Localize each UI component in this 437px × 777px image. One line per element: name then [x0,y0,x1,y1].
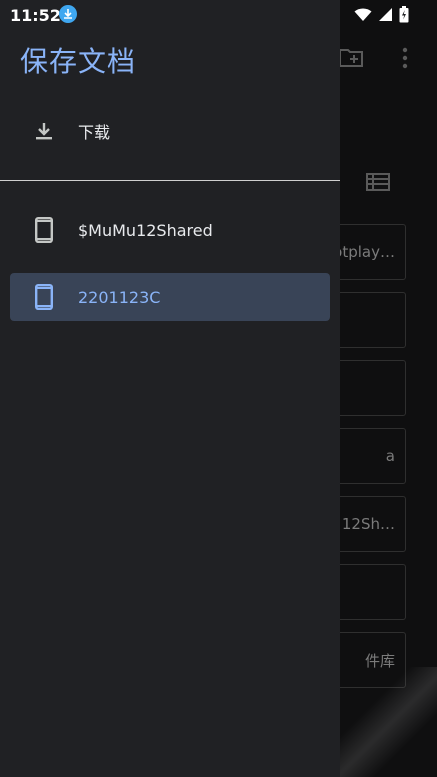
battery-icon [399,6,409,23]
wifi-icon [354,8,372,21]
drawer-item-downloads[interactable]: 下载 [0,105,340,157]
status-time: 11:52 [10,6,61,25]
navigation-drawer: 保存文档 下载 $MuMu12Shared 2201123C [0,0,340,777]
storage-item-label: $MuMu12Shared [78,220,213,240]
signal-icon [379,8,392,21]
phone-icon [32,217,56,243]
drawer-title: 保存文档 [20,45,137,78]
storage-item-label: 2201123C [78,287,161,307]
phone-icon [32,284,56,310]
drawer-divider [0,180,340,181]
more-options-icon[interactable] [398,46,412,70]
storage-item-mumu12shared[interactable]: $MuMu12Shared [0,204,340,256]
storage-item-2201123c[interactable]: 2201123C [10,273,330,321]
status-bar: 11:52 [0,0,437,30]
download-notification-icon [59,5,77,23]
new-folder-icon[interactable] [338,46,364,68]
download-icon [32,119,56,143]
drawer-item-label: 下载 [78,123,111,142]
list-view-icon[interactable] [366,173,390,191]
